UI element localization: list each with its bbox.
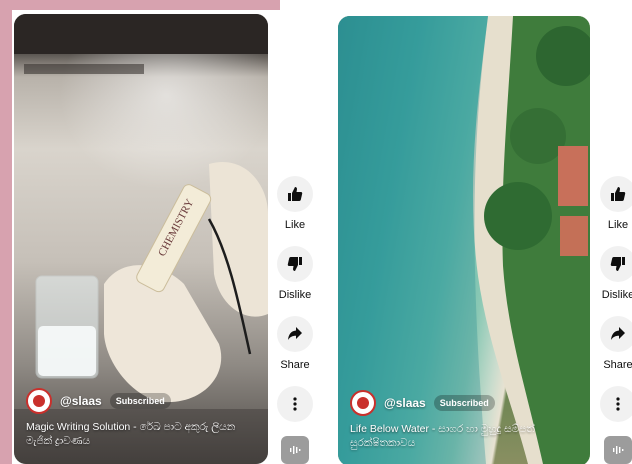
more-options-button[interactable]	[600, 386, 632, 422]
selection-border-top	[0, 0, 280, 10]
channel-avatar[interactable]	[350, 390, 376, 416]
share-arrow-icon	[288, 327, 302, 340]
sound-wave-icon	[613, 446, 624, 454]
share-label: Share	[603, 359, 632, 371]
thumbs-down-icon	[287, 257, 302, 271]
share-button[interactable]	[277, 316, 313, 352]
more-vert-icon	[616, 397, 620, 411]
dislike-label: Dislike	[601, 289, 632, 301]
sound-wave-icon	[290, 446, 301, 454]
sound-button[interactable]	[281, 436, 309, 464]
thumbs-up-icon	[288, 187, 303, 201]
like-button[interactable]	[600, 176, 632, 212]
action-column-1: Like Dislike Share	[274, 176, 316, 464]
dislike-button[interactable]	[277, 246, 313, 282]
thumbs-down-icon	[610, 257, 625, 271]
dislike-label: Dislike	[278, 289, 312, 301]
short-title[interactable]: Magic Writing Solution - රේඛ පාට අකුරු ල…	[26, 420, 256, 448]
subscribed-badge[interactable]: Subscribed	[109, 393, 171, 409]
share-label: Share	[280, 359, 310, 371]
more-options-button[interactable]	[277, 386, 313, 422]
like-button[interactable]	[277, 176, 313, 212]
share-button[interactable]	[600, 316, 632, 352]
subscribed-badge[interactable]: Subscribed	[433, 395, 495, 411]
like-label: Like	[607, 219, 629, 231]
channel-avatar[interactable]	[26, 388, 52, 414]
channel-name[interactable]: @slaas	[384, 396, 426, 410]
short-card-1[interactable]: CHEMISTRY @slaas Subscribed Magic Writin…	[14, 14, 268, 464]
channel-row: @slaas Subscribed	[26, 388, 171, 414]
share-arrow-icon	[611, 327, 625, 340]
channel-row: @slaas Subscribed	[350, 390, 495, 416]
short-card-2[interactable]: @slaas Subscribed Life Below Water - සාග…	[338, 16, 590, 464]
action-column-2: Like Dislike Share	[597, 176, 632, 464]
channel-name[interactable]: @slaas	[60, 394, 102, 408]
more-vert-icon	[293, 397, 297, 411]
shorts-grid: CHEMISTRY @slaas Subscribed Magic Writin…	[0, 0, 632, 464]
thumbs-up-icon	[611, 187, 626, 201]
dislike-button[interactable]	[600, 246, 632, 282]
like-label: Like	[284, 219, 306, 231]
selection-border-left	[0, 0, 12, 464]
sound-button[interactable]	[604, 436, 632, 464]
short-title[interactable]: Life Below Water - සාගර හා මුහුදු සම්පත්…	[350, 422, 578, 450]
